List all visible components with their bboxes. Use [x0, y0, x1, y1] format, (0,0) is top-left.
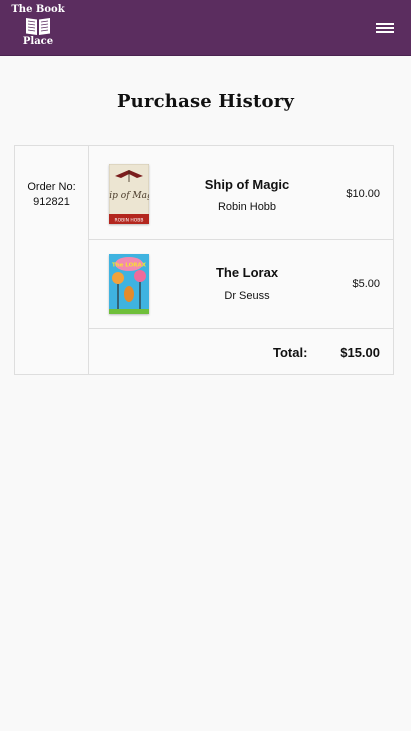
cover-author-text: ROBIN HOBB [115, 218, 144, 224]
open-book-icon [26, 18, 50, 35]
site-logo[interactable]: The Book Place [10, 4, 66, 52]
logo-text-line2: Place [22, 36, 54, 47]
book-cover-image[interactable]: The LORAX [109, 254, 149, 314]
page-title: Purchase History [116, 91, 295, 112]
cover-text: Ship of Magic [109, 191, 149, 201]
top-nav-bar: The Book Place [0, 0, 411, 56]
total-value: $15.00 [340, 345, 380, 360]
order-table: Order No: 912821 Ship of Magic ROBIN HOB… [14, 145, 394, 375]
hamburger-menu-icon[interactable] [370, 18, 400, 38]
order-number-label: Order No: [27, 181, 76, 193]
book-author: Robin Hobb [217, 201, 277, 213]
book-title[interactable]: Ship of Magic [187, 177, 307, 192]
order-item-row: The LORAX The Lorax Dr Seuss $5.00 [89, 240, 394, 329]
book-author: Dr Seuss [224, 290, 270, 302]
order-number-value: 912821 [33, 196, 70, 208]
total-label: Total: [273, 345, 308, 360]
order-total-row: Total: $15.00 [89, 329, 394, 374]
book-title[interactable]: The Lorax [187, 265, 307, 280]
item-price: $10.00 [346, 188, 380, 200]
order-number-cell: Order No: 912821 [15, 146, 89, 374]
logo-text-line1: The Book [11, 4, 65, 15]
book-cover-image[interactable]: Ship of Magic ROBIN HOBB [109, 164, 149, 224]
order-item-row: Ship of Magic ROBIN HOBB Ship of Magic R… [89, 146, 394, 240]
cover-text: The LORAX [112, 263, 147, 269]
item-price: $5.00 [352, 278, 380, 290]
